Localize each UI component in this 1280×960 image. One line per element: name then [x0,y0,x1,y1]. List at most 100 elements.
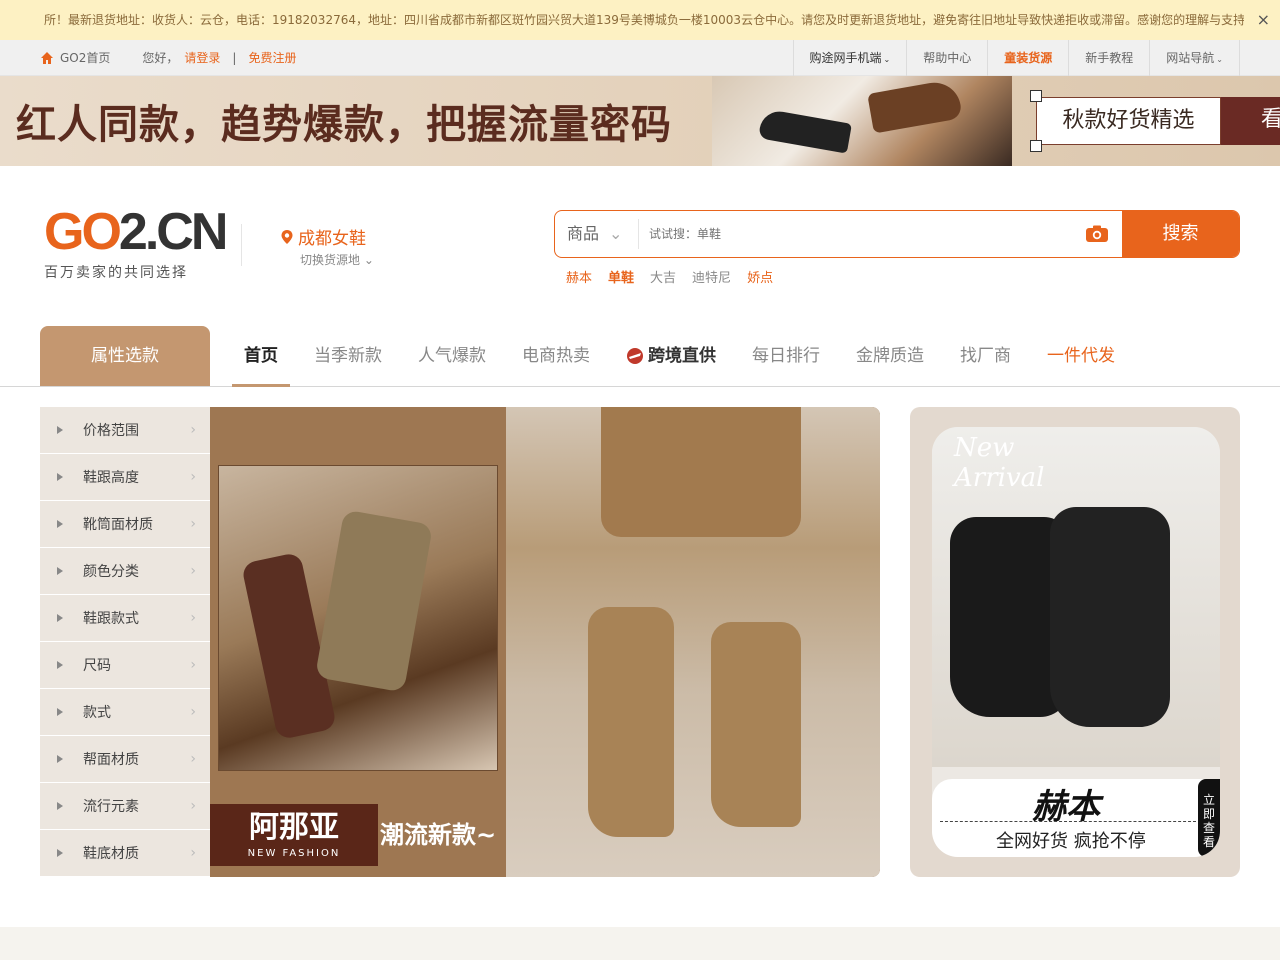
switch-source-label: 切换货源地 [300,253,361,267]
sidebar-item-label: 帮面材质 [83,752,139,768]
chevron-right-icon: › [190,845,196,861]
sidebar-item-label: 鞋跟款式 [83,611,139,627]
sidebar-item-label: 靴筒面材质 [83,517,153,533]
hotword-link[interactable]: 迪特尼 [692,267,731,286]
sidebar-item-heel-height[interactable]: 鞋跟高度 › [40,454,210,501]
site-header: GO2.CN 百万卖家的共同选择 成都女鞋 切换货源地 ⌄ 商品 ⌄ 搜索 赫本 … [0,166,1280,316]
tab-season-new[interactable]: 当季新款 [302,326,394,386]
city-label: 成都女鞋 [298,229,366,249]
brand-name: 阿那亚 [249,810,339,845]
right-ankle-boot [1050,507,1170,727]
login-link[interactable]: 请登录 [184,40,220,76]
tab-popular[interactable]: 人气爆款 [406,326,498,386]
sidebar-item-label: 颜色分类 [83,564,139,580]
search-bar: 商品 ⌄ 搜索 [554,210,1240,258]
tab-home[interactable]: 首页 [232,326,290,387]
mobile-site-menu[interactable]: 购途网手机端 ⌄ [792,40,907,78]
sidebar-item-sole-material[interactable]: 鞋底材质 › [40,830,210,877]
search-type-label: 商品 [567,224,600,243]
notice-bar: 所！最新退货地址：收货人：云仓，电话：19182032764，地址：四川省成都市… [0,0,1280,40]
banner-brand: 阿那亚 NEW FASHION [210,804,378,866]
chevron-right-icon: › [190,610,196,626]
register-link[interactable]: 免费注册 [248,40,296,76]
tutorial-link[interactable]: 新手教程 [1068,40,1149,78]
chevron-right-icon: › [190,422,196,438]
sidebar-item-label: 款式 [83,705,111,721]
search-input[interactable] [639,211,1072,257]
ad-label: 赫本 全网好货 疯抢不停 立即查看 [932,779,1220,857]
help-center-link[interactable]: 帮助中心 [906,40,987,78]
tab-daily-ranking[interactable]: 每日排行 [740,326,832,386]
sidebar-item-size[interactable]: 尺码 › [40,642,210,689]
triangle-icon [57,473,63,481]
location-selector[interactable]: 成都女鞋 切换货源地 ⌄ [280,224,374,268]
camera-icon[interactable] [1072,211,1122,257]
sidebar-item-shaft-material[interactable]: 靴筒面材质 › [40,501,210,548]
right-boot-image [711,622,801,827]
model-image [506,407,880,877]
attribute-sidebar: 价格范围 › 鞋跟高度 › 靴筒面材质 › 颜色分类 › 鞋跟款式 › 尺码 › 款式 › 帮… [40,407,210,877]
home-link[interactable]: GO2首页 [60,40,110,76]
sidebar-item-upper-material[interactable]: 帮面材质 › [40,736,210,783]
tab-cross-border[interactable]: 跨境直供 [614,326,728,386]
promo-slogan: 红人同款，趋势爆款，把握流量密码 [16,101,672,148]
sidebar-item-heel-style[interactable]: 鞋跟款式 › [40,595,210,642]
tab-find-factory[interactable]: 找厂商 [948,326,1023,386]
chevron-right-icon: › [190,516,196,532]
promo-banner[interactable]: 红人同款，趋势爆款，把握流量密码 秋款好货精选 看 [0,76,1280,166]
chevron-right-icon: › [190,751,196,767]
sidebar-item-label: 流行元素 [83,799,139,815]
location-pin-icon [281,229,293,244]
search-type-select[interactable]: 商品 ⌄ [555,219,639,249]
chevron-right-icon: › [190,798,196,814]
hotword-link[interactable]: 单鞋 [608,267,634,286]
boots-closeup-image [218,465,498,771]
promo-cta-view[interactable]: 看 [1221,97,1280,145]
chevron-right-icon: › [190,704,196,720]
notice-text: 所！最新退货地址：收货人：云仓，电话：19182032764，地址：四川省成都市… [44,13,1244,27]
hotword-link[interactable]: 大吉 [650,267,676,286]
sidebar-item-style[interactable]: 款式 › [40,689,210,736]
triangle-icon [57,661,63,669]
section-divider [0,927,1280,960]
triangle-icon [57,520,63,528]
new-arrival-line2: Arrival [954,463,1045,493]
home-icon [41,52,53,64]
triangle-icon [57,708,63,716]
hotword-link[interactable]: 娇点 [747,267,773,286]
main-banner[interactable]: 阿那亚 NEW FASHION 潮流新款~ [210,407,880,877]
banner-slogan: 潮流新款~ [380,821,497,849]
side-ad[interactable]: New Arrival 赫本 全网好货 疯抢不停 立即查看 [910,407,1240,877]
chevron-down-icon: ⌄ [1216,55,1223,64]
tab-dropship[interactable]: 一件代发 [1035,326,1127,386]
new-arrival-text: New Arrival [954,433,1044,493]
sidebar-item-label: 鞋跟高度 [83,470,139,486]
tab-gold-quality[interactable]: 金牌质造 [844,326,936,386]
sidebar-item-price[interactable]: 价格范围 › [40,407,210,454]
new-arrival-line1: New [954,433,1015,463]
left-boot-image [588,607,674,837]
triangle-icon [57,849,63,857]
sidebar-item-color[interactable]: 颜色分类 › [40,548,210,595]
brand-subtitle: NEW FASHION [247,848,341,859]
dashed-divider [940,821,1196,822]
hotword-link[interactable]: 赫本 [566,267,592,286]
logo-tagline: 百万卖家的共同选择 [44,265,188,281]
site-logo[interactable]: GO2.CN 百万卖家的共同选择 [44,203,228,282]
attribute-filter-tab[interactable]: 属性选款 [40,326,210,386]
kids-source-link[interactable]: 童装货源 [987,40,1068,78]
triangle-icon [57,755,63,763]
close-icon[interactable]: × [1257,0,1270,40]
triangle-icon [57,426,63,434]
hot-search-words: 赫本 单鞋 大吉 迪特尼 娇点 [566,267,773,286]
site-nav-menu[interactable]: 网站导航 ⌄ [1149,40,1240,78]
chevron-right-icon: › [190,469,196,485]
ad-card: New Arrival 赫本 全网好货 疯抢不停 立即查看 [932,427,1220,857]
chevron-down-icon: ⌄ [883,55,891,64]
sidebar-item-trend[interactable]: 流行元素 › [40,783,210,830]
logo-go: GO [44,203,122,261]
view-now-button[interactable]: 立即查看 [1198,779,1220,857]
search-button[interactable]: 搜索 [1122,211,1239,257]
tab-ecommerce-hot[interactable]: 电商热卖 [510,326,602,386]
promo-cta[interactable]: 秋款好货精选 [1036,97,1221,145]
